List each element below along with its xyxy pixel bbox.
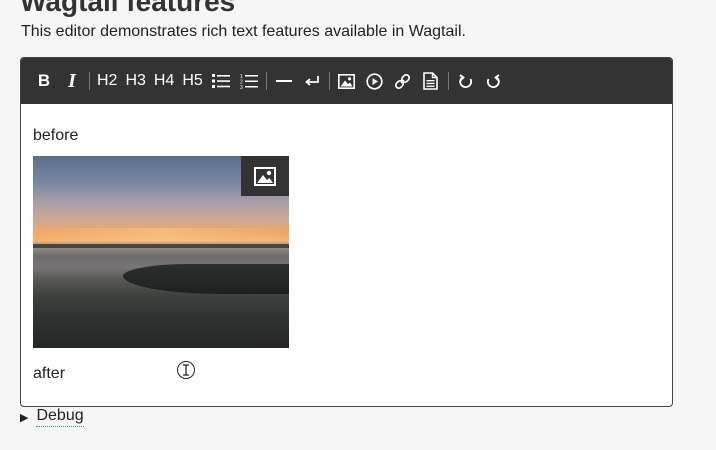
insert-media-button[interactable] — [361, 66, 389, 96]
line-break-icon — [304, 76, 319, 86]
text-cursor-icon — [177, 361, 195, 379]
undo-button[interactable] — [452, 66, 480, 96]
bulleted-list-button[interactable] — [207, 66, 235, 96]
svg-text:3: 3 — [240, 85, 243, 90]
paragraph-before[interactable]: before — [33, 127, 78, 145]
bulleted-list-icon — [211, 74, 230, 88]
undo-icon — [459, 73, 473, 88]
debug-toggle[interactable]: ▶ Debug — [20, 407, 84, 427]
numbered-list-button[interactable]: 1 2 3 — [235, 66, 263, 96]
toolbar-separator — [447, 72, 449, 90]
editor-toolbar: B I H2 H3 H4 H5 1 2 3 — [21, 58, 672, 104]
insert-document-button[interactable] — [417, 66, 445, 96]
paragraph-after[interactable]: after — [33, 365, 65, 383]
image-shoreline — [123, 264, 289, 294]
debug-label: Debug — [36, 407, 84, 427]
redo-icon — [487, 73, 500, 88]
toolbar-separator — [328, 72, 330, 90]
heading-3-button[interactable]: H3 — [121, 66, 149, 96]
heading-4-button[interactable]: H4 — [150, 66, 178, 96]
numbered-list-icon: 1 2 3 — [240, 74, 258, 90]
toolbar-separator — [265, 72, 267, 90]
insert-link-button[interactable] — [389, 66, 417, 96]
link-icon — [395, 73, 411, 89]
heading-2-button[interactable]: H2 — [93, 66, 121, 96]
page-intro: This editor demonstrates rich text featu… — [21, 23, 466, 40]
edit-image-button[interactable] — [241, 156, 289, 196]
image-sky-glow — [33, 228, 289, 242]
disclosure-triangle-icon: ▶ — [20, 411, 29, 424]
horizontal-rule-icon — [275, 80, 292, 82]
horizontal-rule-button[interactable] — [270, 66, 298, 96]
embedded-image[interactable] — [33, 156, 289, 348]
line-break-button[interactable] — [298, 66, 326, 96]
heading-5-button[interactable]: H5 — [178, 66, 206, 96]
image-icon — [254, 166, 276, 186]
bold-button[interactable]: B — [30, 66, 58, 96]
redo-button[interactable] — [480, 66, 508, 96]
image-horizon — [33, 244, 289, 248]
italic-button[interactable]: I — [58, 66, 86, 96]
toolbar-separator — [89, 72, 90, 90]
image-icon — [338, 73, 356, 89]
insert-image-button[interactable] — [333, 66, 361, 96]
page-title: Wagtail features — [20, 0, 236, 17]
document-icon — [423, 72, 439, 90]
play-media-icon — [366, 72, 383, 90]
